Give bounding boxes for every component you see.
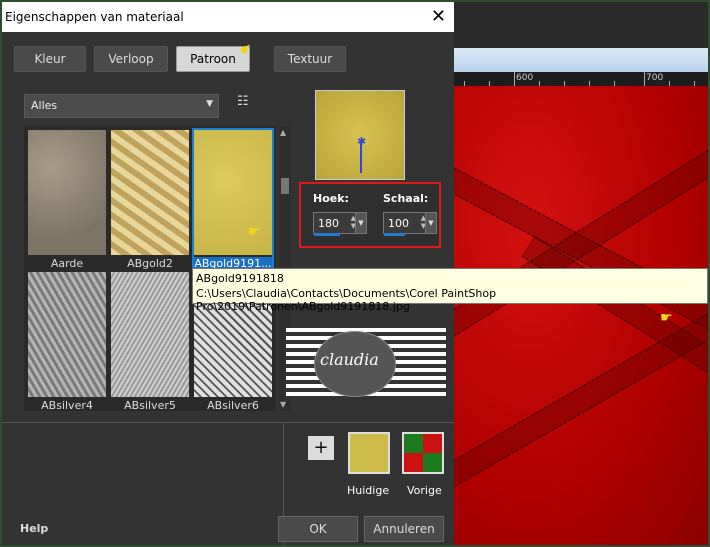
- tab-textuur[interactable]: Textuur: [274, 46, 346, 72]
- angle-dropdown-icon[interactable]: ▼: [355, 212, 367, 234]
- angle-value: 180: [318, 217, 339, 230]
- scale-dropdown-icon[interactable]: ▼: [425, 212, 437, 234]
- ruler-tick: [514, 72, 515, 86]
- current-swatch-label: Huidige: [347, 484, 390, 497]
- silver-pattern-thumb: [111, 272, 189, 397]
- pointing-hand-icon: ☛: [248, 224, 261, 240]
- angle-scale-controls: Hoek: Schaal: 180 ▲ ▼ ▼ 100 ▲ ▼ ▼: [299, 182, 441, 248]
- scrollbar-thumb[interactable]: [281, 178, 289, 194]
- gold-wave-pattern-thumb: [111, 130, 189, 255]
- angle-label: Hoek:: [313, 192, 349, 205]
- ruler-tick: [644, 72, 645, 86]
- pattern-item-absilver5[interactable]: ABsilver5: [111, 272, 189, 412]
- scale-slider-fill: [384, 233, 405, 236]
- category-dropdown[interactable]: Alles ▼: [24, 94, 219, 118]
- tab-verloop[interactable]: Verloop: [94, 46, 168, 72]
- workspace-toolbar-strip: [454, 48, 708, 72]
- pattern-item-abgold2[interactable]: ABgold2: [111, 130, 189, 270]
- pointing-hand-icon: ☛: [660, 310, 673, 326]
- angle-handle-line: [360, 143, 362, 173]
- dialog-titlebar: Eigenschappen van materiaal ✕: [2, 2, 454, 32]
- current-color-swatch[interactable]: [348, 432, 390, 474]
- material-tabs: Kleur Verloop Patroon Textuur: [2, 46, 454, 76]
- pattern-label: ABsilver6: [207, 399, 259, 412]
- earth-pattern-thumb: [28, 130, 106, 255]
- pattern-label: ABsilver4: [41, 399, 93, 412]
- angle-slider-fill: [314, 233, 340, 236]
- category-dropdown-value: Alles: [31, 99, 58, 112]
- ruler-label: 600: [516, 73, 534, 83]
- close-icon[interactable]: ✕: [431, 6, 446, 27]
- chevron-down-icon: ▼: [206, 99, 213, 109]
- scroll-up-icon[interactable]: ▲: [280, 128, 286, 137]
- pattern-preview[interactable]: ✱: [315, 90, 405, 180]
- pattern-label: ABsilver5: [124, 399, 176, 412]
- tooltip-path: C:\Users\Claudia\Contacts\Documents\Core…: [196, 287, 497, 313]
- pattern-item-absilver4[interactable]: ABsilver4: [28, 272, 106, 412]
- pattern-label: ABgold2: [127, 257, 173, 270]
- ok-button[interactable]: OK: [278, 516, 358, 542]
- logo-text: claudia: [320, 350, 379, 369]
- cancel-button[interactable]: Annuleren: [364, 516, 444, 542]
- scale-label: Schaal:: [383, 192, 429, 205]
- help-link[interactable]: Help: [20, 522, 48, 535]
- pattern-item-abgold9191818[interactable]: ABgold9191...: [192, 128, 274, 272]
- scroll-down-icon[interactable]: ▼: [280, 400, 286, 409]
- previous-color-swatch[interactable]: [402, 432, 444, 474]
- screenshot-frame: 600 700 Eigenschappen van materiaal ✕ Kl…: [0, 0, 710, 547]
- pattern-label: Aarde: [50, 257, 84, 270]
- watermark-logo: claudia: [286, 328, 446, 398]
- ruler-label: 700: [646, 73, 664, 83]
- add-to-swatches-button[interactable]: +: [308, 436, 334, 460]
- tooltip-name: ABgold9191818: [196, 272, 284, 285]
- previous-swatch-label: Vorige: [407, 484, 442, 497]
- list-view-icon[interactable]: ☷: [237, 94, 251, 109]
- pattern-item-aarde[interactable]: Aarde: [28, 130, 106, 270]
- horizontal-ruler: 600 700: [454, 72, 708, 86]
- footer-divider: [2, 422, 454, 423]
- pattern-tooltip: ABgold9191818 C:\Users\Claudia\Contacts\…: [192, 268, 708, 313]
- dialog-title: Eigenschappen van materiaal: [5, 10, 184, 24]
- scale-value: 100: [388, 217, 409, 230]
- silver-pattern-thumb: [28, 272, 106, 397]
- tab-kleur[interactable]: Kleur: [14, 46, 86, 72]
